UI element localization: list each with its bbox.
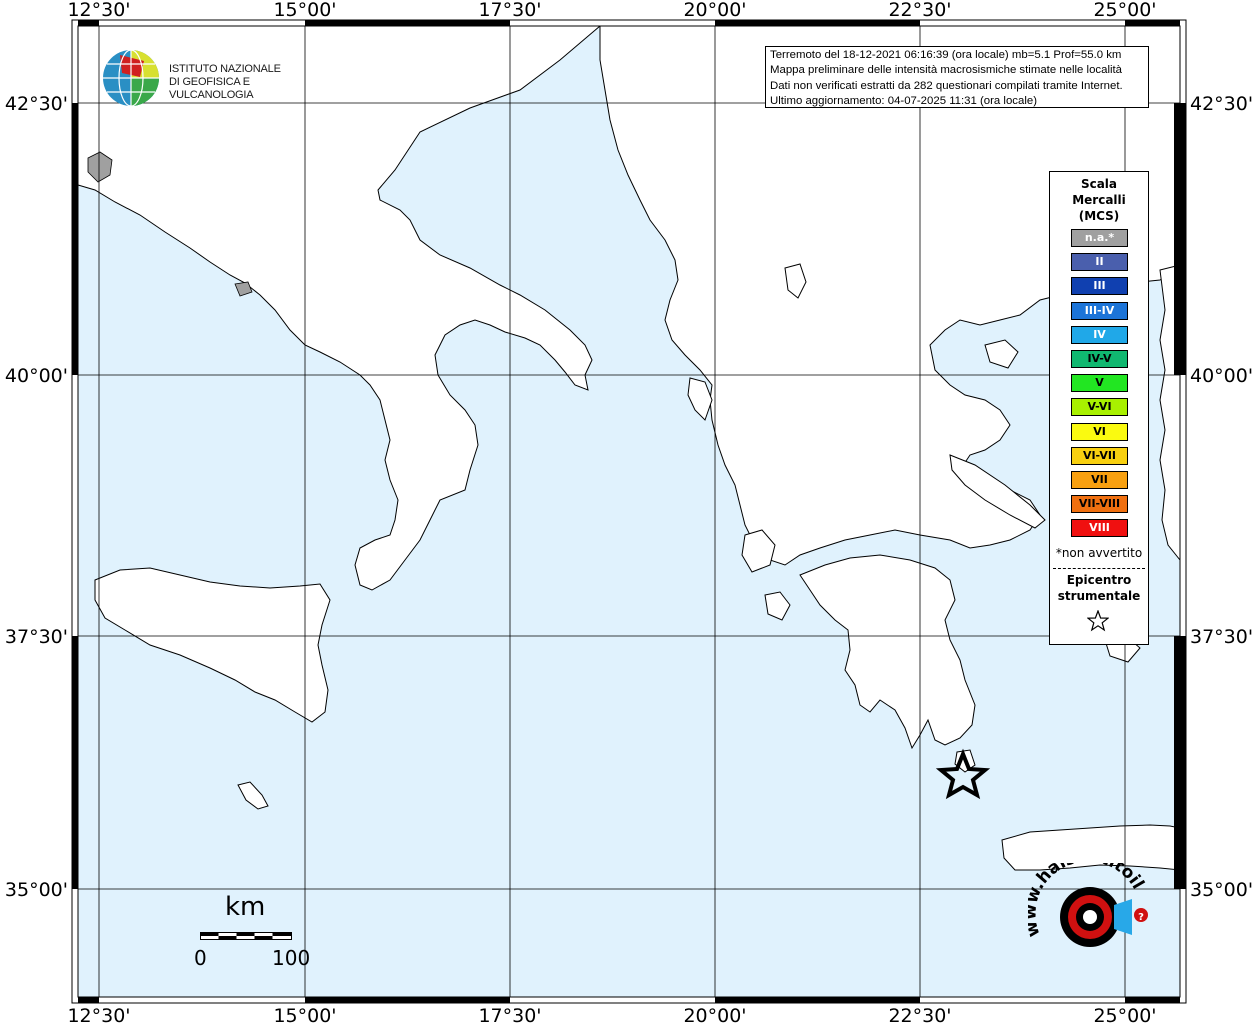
latitude-labels-right: 42°30' 40°00' 37°30' 35°00' <box>1190 93 1252 901</box>
lon-tick: 20°00' <box>683 0 746 21</box>
legend-swatch: VI-VII <box>1071 446 1128 465</box>
event-info-line: Mappa preliminare delle intensità macros… <box>770 64 1123 77</box>
institute-name-line2: DI GEOFISICA E VULCANOLOGIA <box>169 76 254 101</box>
lat-tick: 40°00' <box>5 365 68 387</box>
lon-tick: 17°30' <box>478 1005 541 1024</box>
scale-start: 0 <box>194 946 207 970</box>
lat-tick: 42°30' <box>1190 93 1252 115</box>
lat-tick: 37°30' <box>1190 626 1252 648</box>
star-icon <box>1087 610 1109 632</box>
scale-end: 100 <box>272 946 311 970</box>
lat-tick: 42°30' <box>5 93 68 115</box>
legend-swatch: n.a.* <box>1071 229 1128 247</box>
ingv-logo: ISTITUTO NAZIONALE DI GEOFISICA E VULCAN… <box>100 47 310 109</box>
legend-note: *non avvertito <box>1055 546 1143 560</box>
lon-tick: 15°00' <box>273 0 336 21</box>
legend-swatch: VII-VIII <box>1071 495 1128 514</box>
lat-tick: 37°30' <box>5 626 68 648</box>
legend-swatch: VII <box>1071 471 1128 489</box>
lat-tick: 35°00' <box>5 879 68 901</box>
lon-tick: 22°30' <box>888 0 951 21</box>
legend-swatch: VIII <box>1071 519 1128 538</box>
mcs-legend: Scala Mercalli (MCS) n.a.* II III III-IV IV I… <box>1049 171 1149 645</box>
legend-swatch: V-VI <box>1071 398 1128 417</box>
event-info-box: Terremoto del 18-12-2021 06:16:39 (ora l… <box>765 46 1149 108</box>
legend-swatch: II <box>1071 253 1128 272</box>
lon-tick: 12°30' <box>67 0 130 21</box>
legend-swatch: III <box>1071 277 1128 296</box>
legend-swatch: IV-V <box>1071 350 1128 368</box>
legend-swatch: V <box>1071 374 1128 393</box>
legend-title: Scala Mercalli (MCS) <box>1072 177 1126 223</box>
event-info-line: Terremoto del 18-12-2021 06:16:39 (ora l… <box>770 49 1122 61</box>
longitude-labels-top: 12°30' 15°00' 17°30' 20°00' 22°30' 25°00… <box>67 0 1156 21</box>
site-logo-icon: www.haisentitoilterremoto.it ? <box>1019 846 1148 947</box>
legend-swatch: IV <box>1071 325 1128 344</box>
scale-bar: km 0 100 <box>190 892 310 972</box>
lat-tick: 40°00' <box>1190 365 1252 387</box>
institute-name-line1: ISTITUTO NAZIONALE <box>169 63 281 75</box>
event-info-line: Dati non verificati estratti da 282 ques… <box>770 79 1123 92</box>
lon-tick: 15°00' <box>273 1005 336 1024</box>
lon-tick: 12°30' <box>67 1005 130 1024</box>
scale-bar-graphic <box>200 932 292 940</box>
latitude-labels-left: 42°30' 40°00' 37°30' 35°00' <box>5 93 68 901</box>
legend-swatch: III-IV <box>1071 301 1128 320</box>
legend-swatch: VI <box>1071 422 1128 441</box>
epicenter-legend-label: Epicentro strumentale <box>1057 573 1141 603</box>
lon-tick: 20°00' <box>683 1005 746 1024</box>
ingv-globe-icon <box>103 49 159 107</box>
longitude-labels-bottom: 12°30' 15°00' 17°30' 20°00' 22°30' 25°00… <box>67 1005 1156 1024</box>
legend-divider <box>1053 568 1145 569</box>
lon-tick: 17°30' <box>478 0 541 21</box>
event-info-line: Ultimo aggiornamento: 04-07-2025 11:31 (… <box>770 94 1037 107</box>
lon-tick: 22°30' <box>888 1005 951 1024</box>
lon-tick: 25°00' <box>1093 0 1156 21</box>
scale-unit: km <box>225 892 266 922</box>
svg-text:?: ? <box>1138 912 1144 923</box>
hai-sentito-logo[interactable]: www.haisentitoilterremoto.it ? <box>1019 846 1153 973</box>
lon-tick: 25°00' <box>1093 1005 1156 1024</box>
lat-tick: 35°00' <box>1190 879 1252 901</box>
